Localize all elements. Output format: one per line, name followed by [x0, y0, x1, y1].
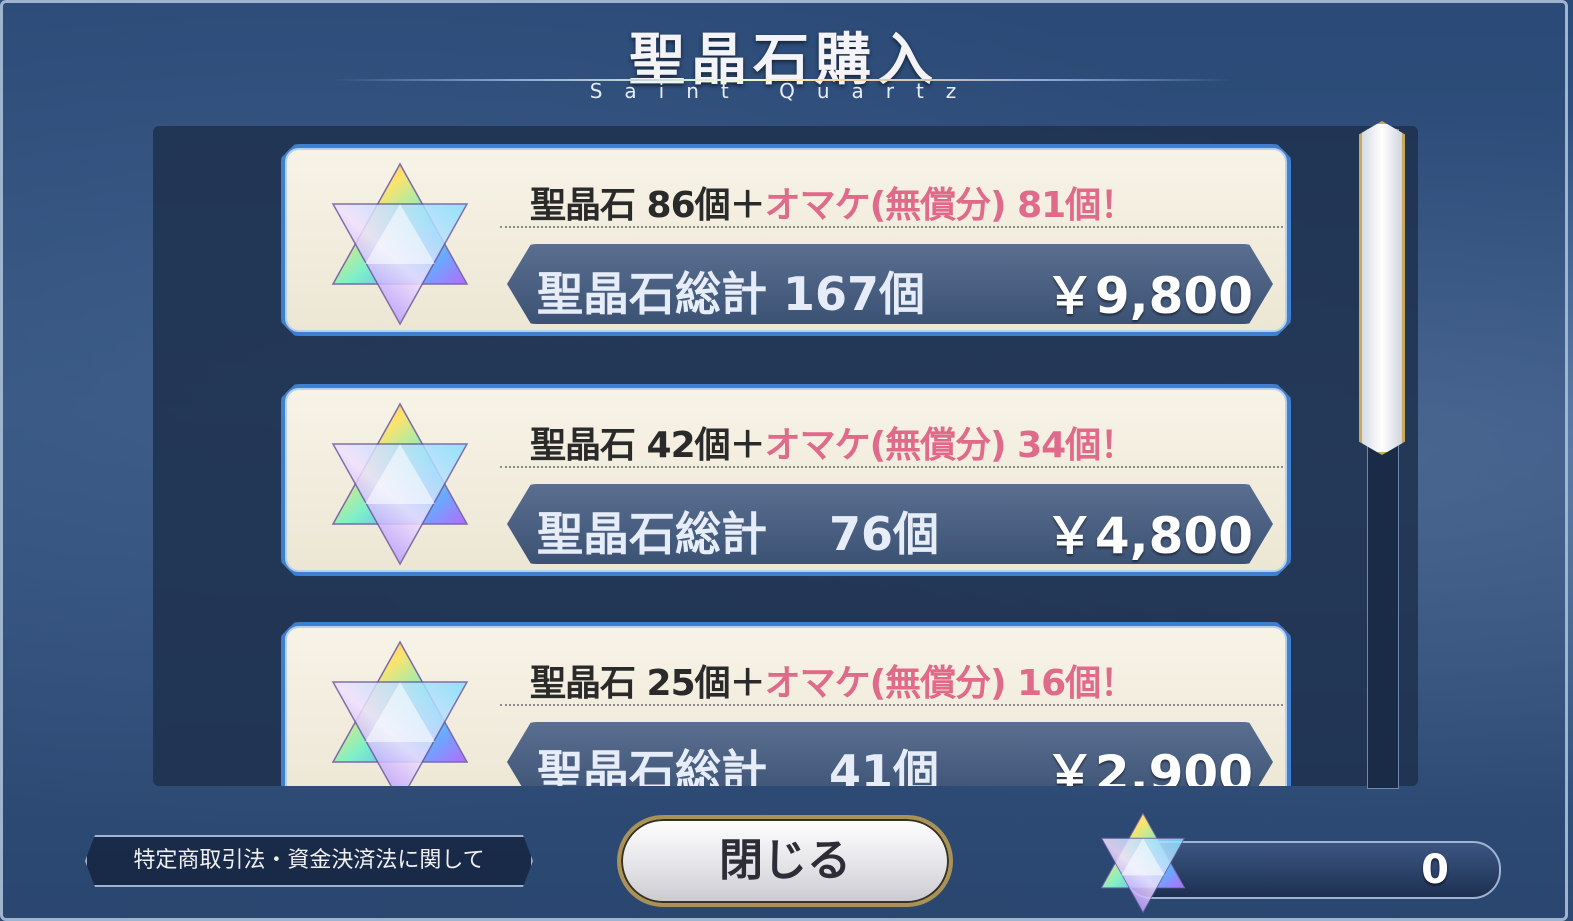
offer-description: 聖晶石 42個＋オマケ(無償分) 34個！ [530, 416, 1135, 468]
offer-list[interactable]: 聖晶石 86個＋オマケ(無償分) 81個！ 聖晶石総計 167個 ￥9,800 [153, 126, 1418, 786]
offer-base-amount: 聖晶石 25個＋ [530, 663, 765, 704]
offer-price: ￥9,800 [1044, 267, 1253, 325]
offer-card[interactable]: 聖晶石 42個＋オマケ(無償分) 34個！ 聖晶石総計 76個 ￥4,800 [281, 384, 1291, 576]
offer-total-label: 聖晶石総計 41個 [537, 745, 940, 786]
saint-quartz-icon [1100, 812, 1186, 914]
offer-bonus-amount: オマケ(無償分) 34個！ [764, 425, 1136, 466]
saint-quartz-icon [325, 160, 475, 328]
dialog-subtitle: Saint Quartz [589, 79, 979, 103]
offer-total-bar: 聖晶石総計 76個 ￥4,800 [507, 484, 1273, 564]
divider [500, 466, 1283, 468]
legal-notice-button[interactable]: 特定商取引法・資金決済法に関して [85, 835, 533, 887]
offer-card[interactable]: 聖晶石 86個＋オマケ(無償分) 81個！ 聖晶石総計 167個 ￥9,800 [281, 144, 1291, 336]
scrollbar-thumb[interactable] [1359, 121, 1405, 455]
offer-description: 聖晶石 86個＋オマケ(無償分) 81個！ [530, 176, 1135, 228]
divider [500, 226, 1283, 228]
offer-description: 聖晶石 25個＋オマケ(無償分) 16個！ [530, 654, 1135, 706]
purchase-dialog: 聖晶石購入 Saint Quartz 聖晶石 86個＋オマケ(無償分) 81個！… [0, 0, 1568, 921]
offer-bonus-amount: オマケ(無償分) 16個！ [764, 663, 1136, 704]
saint-quartz-icon [325, 400, 475, 568]
offer-base-amount: 聖晶石 42個＋ [530, 425, 765, 466]
saint-quartz-icon [325, 638, 475, 786]
offer-total-bar: 聖晶石総計 41個 ￥2,900 [507, 722, 1273, 786]
offer-total-label: 聖晶石総計 167個 [537, 267, 926, 321]
offer-price: ￥4,800 [1044, 507, 1253, 565]
offer-total-label: 聖晶石総計 76個 [537, 507, 940, 561]
offer-price: ￥2,900 [1044, 745, 1253, 786]
offer-bonus-amount: オマケ(無償分) 81個！ [764, 185, 1136, 226]
quartz-count: 0 [1421, 847, 1449, 893]
offer-base-amount: 聖晶石 86個＋ [530, 185, 765, 226]
close-button[interactable]: 閉じる [617, 815, 953, 907]
offer-card[interactable]: 聖晶石 25個＋オマケ(無償分) 16個！ 聖晶石総計 41個 ￥2,900 [281, 622, 1291, 786]
divider [500, 704, 1283, 706]
offer-total-bar: 聖晶石総計 167個 ￥9,800 [507, 244, 1273, 324]
